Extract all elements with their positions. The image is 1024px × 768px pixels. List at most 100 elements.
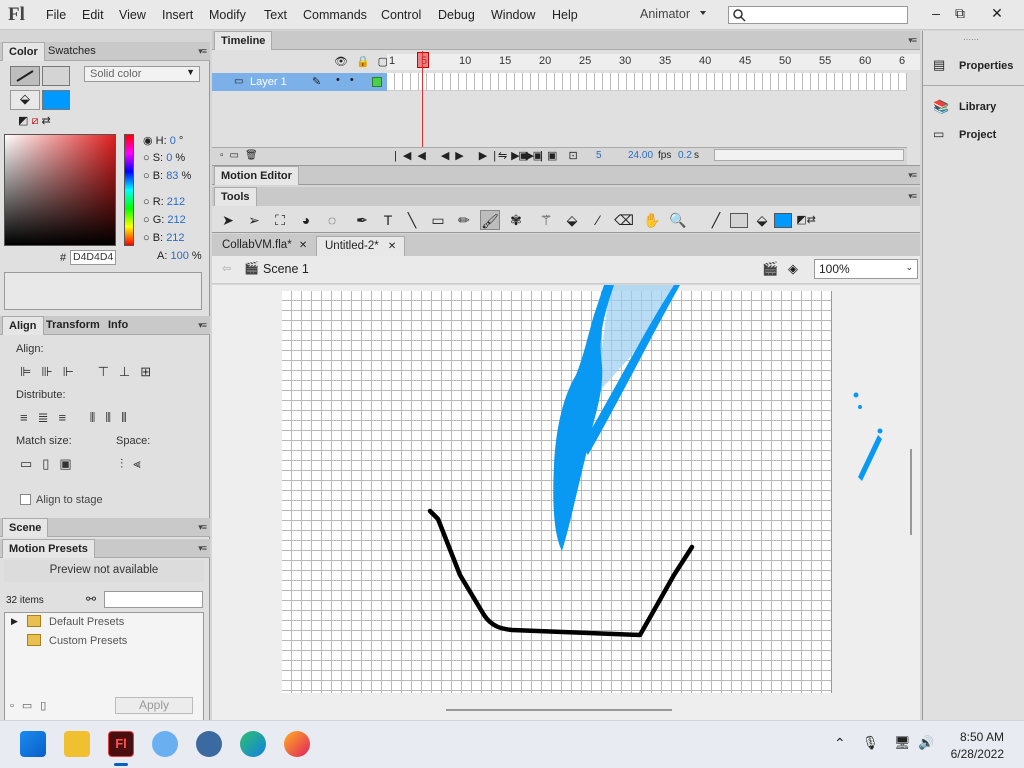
radio-icon[interactable]: ◉ (143, 135, 153, 147)
search-input[interactable] (728, 6, 908, 24)
frames-row[interactable] (387, 73, 907, 91)
chevron-up-icon[interactable]: ⌃ (834, 735, 846, 752)
clock-time[interactable]: 8:50 AM (960, 730, 1004, 744)
tab-untitled-2[interactable]: Untitled-2* ✕ (316, 236, 406, 256)
current-frame[interactable]: 5 (596, 150, 602, 161)
time-value[interactable]: 0.2 (678, 150, 692, 161)
firefox-browser-icon[interactable] (284, 731, 310, 757)
free-transform-tool-icon[interactable]: ⛶ (270, 210, 290, 230)
menu-window[interactable]: Window (491, 8, 535, 22)
menu-text[interactable]: Text (264, 8, 287, 22)
network-icon[interactable]: 🖥 (894, 735, 911, 751)
restore-button[interactable]: ⧉ (946, 2, 974, 24)
deco-tool-icon[interactable]: ✾ (506, 210, 526, 230)
text-tool-icon[interactable]: T (378, 210, 398, 230)
line-tool-icon[interactable]: ╲ (402, 210, 422, 230)
radio-icon[interactable]: ○ (143, 152, 150, 164)
s-value[interactable]: 0 (166, 152, 172, 164)
selection-tool-icon[interactable]: ➤ (218, 210, 238, 230)
r-row[interactable]: ○ R: 212 (143, 196, 185, 208)
menu-edit[interactable]: Edit (82, 8, 104, 22)
layer-dots[interactable]: •• (336, 74, 364, 86)
tab-collabvm[interactable]: CollabVM.fla* ✕ (214, 236, 315, 256)
fill-type-select[interactable]: Solid color ▼ (84, 66, 200, 82)
g-row[interactable]: ○ G: 212 (143, 214, 186, 226)
stroke-tool-icon[interactable] (10, 66, 40, 86)
3d-rotation-tool-icon[interactable]: ◕ (296, 210, 316, 230)
stroke-pencil-icon[interactable]: ╱ (706, 210, 726, 230)
fill-color-tool[interactable] (774, 213, 792, 228)
apply-button[interactable]: Apply (115, 697, 193, 714)
menu-commands[interactable]: Commands (303, 8, 367, 22)
panel-menu-icon[interactable]: ▾≡ (908, 170, 917, 181)
tab-timeline[interactable]: Timeline (214, 31, 273, 50)
stroke-color-tool[interactable] (730, 213, 748, 228)
radio-icon[interactable]: ○ (143, 232, 150, 244)
project-icon[interactable]: ▭ (933, 127, 944, 141)
fill-bucket-icon[interactable]: ⬙ (752, 210, 772, 230)
close-icon[interactable]: ✕ (299, 240, 307, 251)
close-button[interactable]: ✕ (983, 2, 1011, 24)
expand-arrow-icon[interactable]: ▶ (11, 616, 18, 627)
tab-scene[interactable]: Scene (2, 518, 49, 537)
panel-menu-icon[interactable]: ▾≡ (198, 543, 207, 554)
hex-input[interactable]: D4D4D4 (70, 250, 116, 265)
clock-date[interactable]: 6/28/2022 (951, 747, 1004, 761)
microphone-icon[interactable]: 🎙 (862, 735, 879, 751)
panel-menu-icon[interactable]: ▾≡ (908, 35, 917, 46)
h-value[interactable]: 0 (170, 135, 176, 147)
layer-color-icon[interactable] (372, 77, 382, 87)
stage-area[interactable] (212, 285, 920, 720)
a-row[interactable]: A: 100 % (157, 250, 202, 262)
b2-row[interactable]: ○ B: 212 (143, 232, 185, 244)
preset-folder-custom[interactable]: Custom Presets (49, 635, 127, 647)
workspace-switcher[interactable]: Animator (640, 7, 690, 21)
paint-bucket-tool-icon[interactable]: ⬙ (562, 210, 582, 230)
radio-icon[interactable]: ○ (143, 196, 150, 208)
radio-icon[interactable]: ○ (143, 170, 150, 182)
tab-info[interactable]: Info (102, 316, 134, 335)
g-value[interactable]: 212 (167, 214, 185, 226)
r-value[interactable]: 212 (167, 196, 185, 208)
tab-motion-editor[interactable]: Motion Editor (214, 166, 299, 185)
onion-skin-icons[interactable]: ⇋ ▣▣▣ ⊡ (498, 149, 582, 162)
menu-view[interactable]: View (119, 8, 146, 22)
drawing-layer[interactable] (212, 285, 920, 720)
h-row[interactable]: ◉ H: 0 ° (143, 134, 183, 147)
layer-row[interactable]: ▭ Layer 1 ✎ •• (212, 73, 387, 91)
match-size-buttons[interactable]: ▭▯▣ (20, 456, 82, 472)
align-buttons[interactable]: ⊫⊪⊩ ⊤⊥⊞ (20, 364, 161, 380)
library-panel-button[interactable]: Library (959, 101, 996, 113)
panel-menu-icon[interactable]: ▾≡ (908, 191, 917, 202)
playhead[interactable] (422, 51, 423, 155)
layer-name[interactable]: Layer 1 (250, 76, 287, 88)
back-arrow-icon[interactable]: ⇦ (222, 262, 231, 275)
project-panel-button[interactable]: Project (959, 129, 996, 141)
edit-scene-icon[interactable]: 🎬 (762, 261, 778, 277)
fps-value[interactable]: 24.00 (628, 150, 653, 161)
lasso-tool-icon[interactable]: ◌ (322, 210, 342, 230)
library-icon[interactable]: 📚 (933, 99, 949, 115)
menu-help[interactable]: Help (552, 8, 578, 22)
menu-debug[interactable]: Debug (438, 8, 475, 22)
pencil-tool-icon[interactable]: ✏ (454, 210, 474, 230)
chevron-down-icon[interactable] (700, 11, 706, 15)
preset-search-input[interactable] (104, 591, 203, 608)
settings-icon[interactable] (196, 731, 222, 757)
panel-menu-icon[interactable]: ▾≡ (198, 320, 207, 331)
zoom-select[interactable]: 100% ⌄ (814, 259, 918, 279)
horizontal-scrollbar[interactable] (446, 709, 672, 711)
preset-actions-icons[interactable]: ▫▭▯ (10, 699, 54, 712)
swap-colors-icon[interactable]: ◩ ⧄ ⇄ (18, 114, 51, 128)
tab-motion-presets[interactable]: Motion Presets (2, 539, 95, 558)
tab-align[interactable]: Align (2, 316, 44, 335)
radio-icon[interactable]: ○ (143, 214, 150, 226)
tab-transform[interactable]: Transform (40, 316, 106, 335)
bone-tool-icon[interactable]: ⚚ (536, 210, 556, 230)
volume-icon[interactable]: 🔊 (918, 735, 934, 751)
file-explorer-icon[interactable] (64, 731, 90, 757)
alpha-value[interactable]: 100 (170, 250, 188, 262)
distribute-buttons[interactable]: ≡≣≡ ⦀⦀⦀ (20, 410, 137, 426)
zoom-tool-icon[interactable]: 🔍 (668, 210, 688, 230)
timeline-scrollbar[interactable] (714, 149, 904, 161)
